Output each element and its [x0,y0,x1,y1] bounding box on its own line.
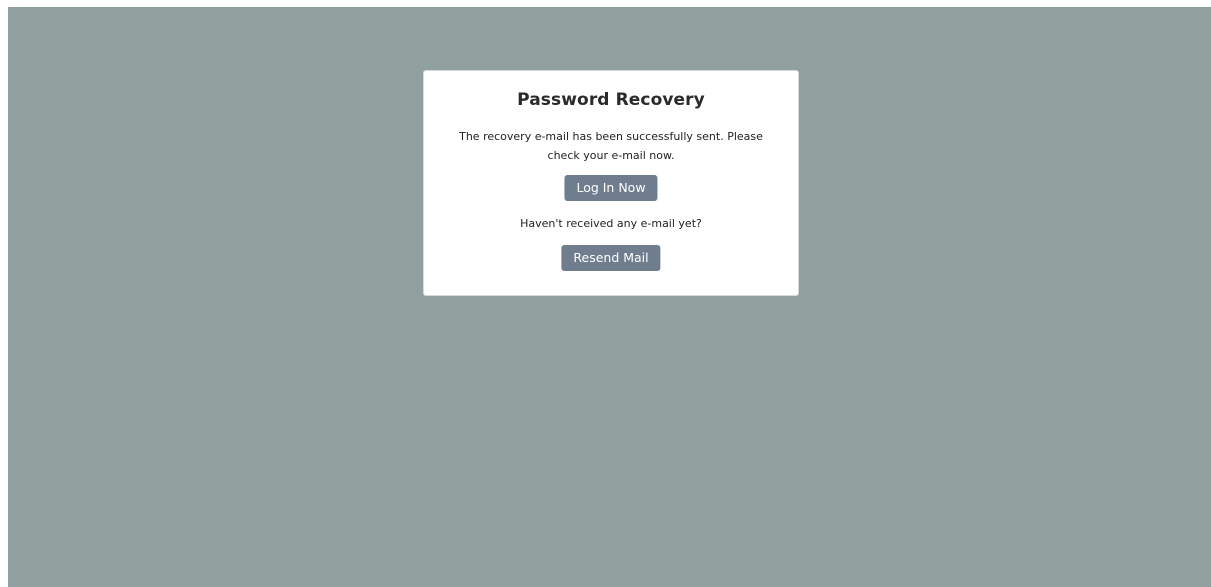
page-title: Password Recovery [517,90,705,110]
resend-prompt: Haven't received any e-mail yet? [520,217,702,230]
password-recovery-card: Password Recovery The recovery e-mail ha… [423,70,799,296]
success-message: The recovery e-mail has been successfull… [459,130,763,162]
page-background: Password Recovery The recovery e-mail ha… [8,7,1211,587]
log-in-now-button[interactable]: Log In Now [564,175,658,201]
resend-mail-button[interactable]: Resend Mail [561,245,661,271]
